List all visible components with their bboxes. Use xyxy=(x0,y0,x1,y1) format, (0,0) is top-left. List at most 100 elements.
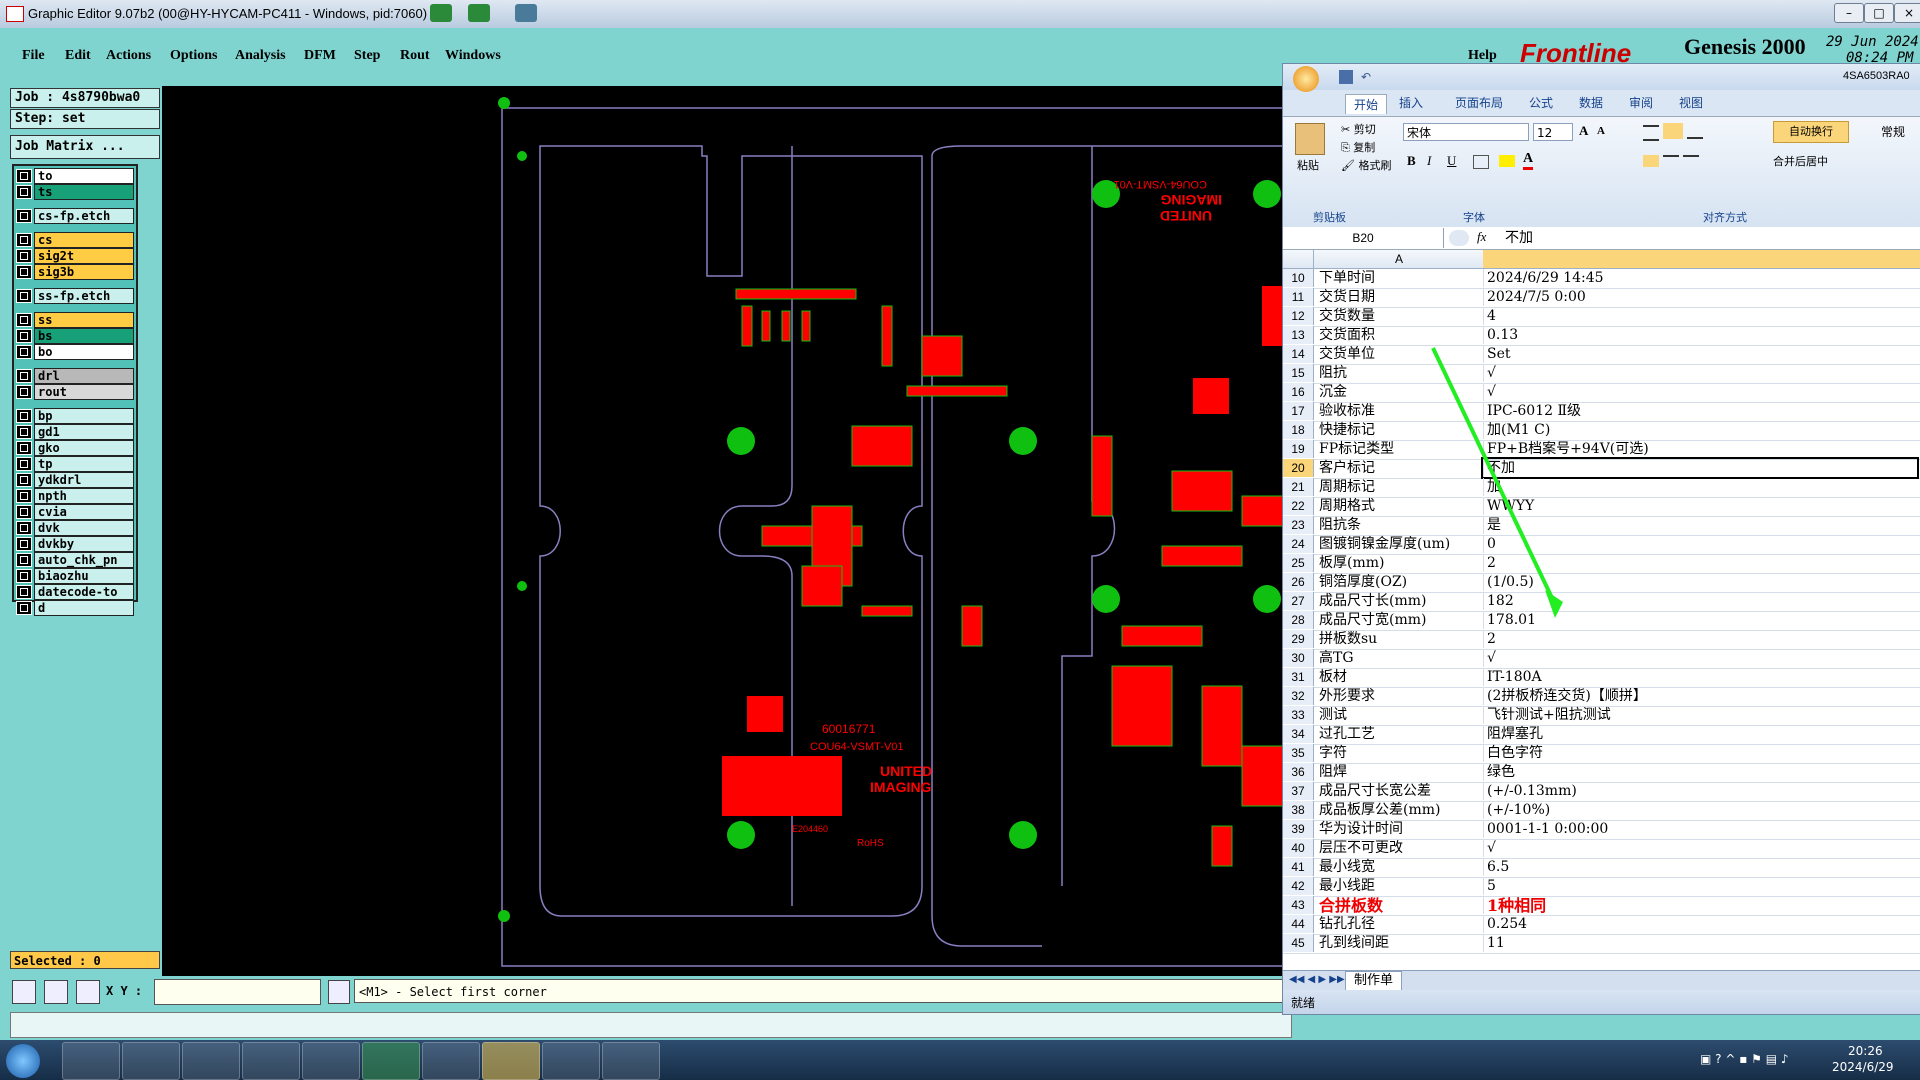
taskbar-arrow-icon[interactable] xyxy=(602,1042,660,1080)
menu-analysis[interactable]: Analysis xyxy=(235,48,286,64)
layer-checkbox[interactable] xyxy=(16,585,32,599)
layer-row[interactable]: bs xyxy=(16,328,134,344)
layer-row[interactable]: cs xyxy=(16,232,134,248)
align-top-icon[interactable] xyxy=(1643,125,1659,141)
fx-icon[interactable]: fx xyxy=(1477,229,1486,245)
layer-row[interactable]: dvk xyxy=(16,520,134,536)
format-painter-button[interactable]: 🖌 格式刷 xyxy=(1341,157,1391,173)
tab-formulas[interactable]: 公式 xyxy=(1529,94,1553,111)
layer-checkbox[interactable] xyxy=(16,553,32,567)
layer-name[interactable]: bp xyxy=(34,408,134,424)
layer-name[interactable]: drl xyxy=(34,368,134,384)
layer-name[interactable]: biaozhu xyxy=(34,568,134,584)
layer-name[interactable]: bo xyxy=(34,344,134,360)
layer-row[interactable]: biaozhu xyxy=(16,568,134,584)
paste-icon[interactable] xyxy=(1295,123,1325,155)
menu-windows[interactable]: Windows xyxy=(445,48,501,64)
formula-input[interactable]: 不加 xyxy=(1505,228,1915,248)
graphics-canvas[interactable]: 60016771 COU64-VSMT-V01 UNITED IMAGING P… xyxy=(162,86,1282,976)
tab-home[interactable]: 开始 xyxy=(1345,94,1388,114)
font-color-icon[interactable]: A xyxy=(1523,151,1534,170)
layer-checkbox[interactable] xyxy=(16,329,32,343)
font-size-select[interactable]: 12 xyxy=(1533,123,1573,141)
layer-checkbox[interactable] xyxy=(16,521,32,535)
layer-name[interactable]: sig3b xyxy=(34,264,134,280)
layer-checkbox[interactable] xyxy=(16,369,32,383)
snap-icon[interactable] xyxy=(328,980,350,1004)
paste-button[interactable]: 粘贴 xyxy=(1297,157,1319,173)
layer-checkbox[interactable] xyxy=(16,209,32,223)
menu-file[interactable]: File xyxy=(22,48,45,64)
layer-name[interactable]: cs-fp.etch xyxy=(34,208,134,224)
layer-checkbox[interactable] xyxy=(16,505,32,519)
layer-checkbox[interactable] xyxy=(16,289,32,303)
layer-name[interactable]: datecode-to xyxy=(34,584,134,600)
tray-icons[interactable]: ▣ ? ^ ▪ ⚑ ▤ ♪ xyxy=(1700,1052,1789,1066)
clock-date[interactable]: 2024/6/29 xyxy=(1832,1060,1894,1074)
layer-row[interactable]: gd1 xyxy=(16,424,134,440)
minimize-button[interactable]: – xyxy=(1834,3,1864,23)
menu-options[interactable]: Options xyxy=(170,48,217,64)
copy-button[interactable]: ⎘ 复制 xyxy=(1341,139,1375,155)
maximize-button[interactable]: □ xyxy=(1864,3,1894,23)
layer-row[interactable]: datecode-to xyxy=(16,584,134,600)
taskbar-eye-icon[interactable] xyxy=(542,1042,600,1080)
taskbar-notepad-icon[interactable] xyxy=(122,1042,180,1080)
layer-checkbox[interactable] xyxy=(16,489,32,503)
layer-checkbox[interactable] xyxy=(16,249,32,263)
layer-name[interactable]: dvk xyxy=(34,520,134,536)
name-box[interactable]: B20 xyxy=(1283,228,1444,248)
layer-row[interactable]: tp xyxy=(16,456,134,472)
monitor-icon[interactable] xyxy=(515,4,537,22)
layer-row[interactable]: sig2t xyxy=(16,248,134,264)
layer-name[interactable]: gko xyxy=(34,440,134,456)
undo-icon[interactable]: ↶ xyxy=(1361,70,1371,84)
layer-checkbox[interactable] xyxy=(16,441,32,455)
layer-name[interactable]: rout xyxy=(34,384,134,400)
grid-icon[interactable] xyxy=(76,980,100,1004)
layer-name[interactable]: ss xyxy=(34,312,134,328)
layer-name[interactable]: ss-fp.etch xyxy=(34,288,134,304)
tab-insert[interactable]: 插入 xyxy=(1399,94,1423,111)
wrap-text-button[interactable]: 自动换行 xyxy=(1773,121,1849,143)
layer-name[interactable]: cvia xyxy=(34,504,134,520)
menu-help[interactable]: Help xyxy=(1468,48,1497,64)
align-middle-icon[interactable] xyxy=(1663,123,1683,139)
layer-name[interactable]: cs xyxy=(34,232,134,248)
layer-row[interactable]: rout xyxy=(16,384,134,400)
layer-name[interactable]: tp xyxy=(34,456,134,472)
layer-name[interactable]: to xyxy=(34,168,134,184)
layer-row[interactable]: bo xyxy=(16,344,134,360)
spreadsheet-grid[interactable]: A 10 下单时间 2024/6/29 14:45 11 交货日期 2024/7/5 0:… xyxy=(1283,250,1920,970)
save-icon[interactable] xyxy=(1339,70,1353,84)
layer-row[interactable]: ts xyxy=(16,184,134,200)
measure-icon[interactable] xyxy=(44,980,68,1004)
layer-name[interactable]: ydkdrl xyxy=(34,472,134,488)
layer-checkbox[interactable] xyxy=(16,473,32,487)
menu-edit[interactable]: Edit xyxy=(65,48,91,64)
font-name-select[interactable]: 宋体 xyxy=(1403,123,1529,141)
layer-row[interactable]: ydkdrl xyxy=(16,472,134,488)
layer-row[interactable]: dvkby xyxy=(16,536,134,552)
align-right-icon[interactable] xyxy=(1683,155,1699,169)
layer-name[interactable]: auto_chk_pn xyxy=(34,552,134,568)
formula-zoom-icon[interactable] xyxy=(1449,230,1469,246)
taskbar-genesis-icon[interactable] xyxy=(482,1042,540,1080)
layer-checkbox[interactable] xyxy=(16,601,32,615)
layer-checkbox[interactable] xyxy=(16,385,32,399)
zoom-icon[interactable] xyxy=(12,980,36,1004)
layer-checkbox[interactable] xyxy=(16,313,32,327)
menu-rout[interactable]: Rout xyxy=(400,48,430,64)
layer-row[interactable]: bp xyxy=(16,408,134,424)
merge-center-button[interactable]: 合并后居中 xyxy=(1773,153,1828,169)
layer-row[interactable]: cvia xyxy=(16,504,134,520)
layer-row[interactable]: auto_chk_pn xyxy=(16,552,134,568)
layer-row[interactable]: npth xyxy=(16,488,134,504)
layer-checkbox[interactable] xyxy=(16,345,32,359)
layer-checkbox[interactable] xyxy=(16,169,32,183)
sheet-nav-icon[interactable]: ◀◀ ◀ ▶ ▶▶ xyxy=(1289,974,1345,985)
layer-name[interactable]: gd1 xyxy=(34,424,134,440)
layer-checkbox[interactable] xyxy=(16,185,32,199)
align-left-icon[interactable] xyxy=(1643,155,1659,167)
tab-review[interactable]: 审阅 xyxy=(1629,94,1653,111)
